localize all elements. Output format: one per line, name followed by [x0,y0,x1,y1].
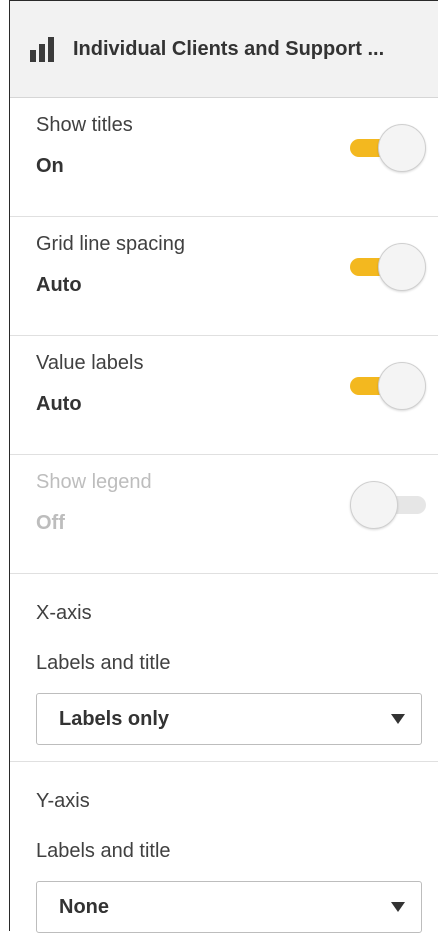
toggle-knob[interactable] [350,481,398,529]
y-axis-labels-dropdown[interactable]: None [36,881,422,933]
y-axis-title: Y-axis [36,790,90,812]
value-labels-value: Auto [36,393,82,415]
show-legend-label: Show legend [36,471,152,493]
x-axis-dropdown-value: Labels only [59,708,170,730]
panel-header: Individual Clients and Support ... [10,0,438,98]
toggle-knob[interactable] [378,243,426,291]
y-axis-labels-and-title-label: Labels and title [36,840,171,862]
x-axis-section: X-axis Labels and title Labels only [10,574,438,762]
show-titles-value: On [36,155,64,177]
grid-line-spacing-row: Grid line spacing Auto [10,217,438,336]
value-labels-label: Value labels [36,352,144,374]
x-axis-labels-dropdown[interactable]: Labels only [36,693,422,745]
bar-chart-icon [30,36,57,62]
chart-title: Individual Clients and Support ... [73,37,385,60]
grid-line-spacing-label: Grid line spacing [36,233,185,255]
toggle-knob[interactable] [378,124,426,172]
show-legend-row: Show legend Off [10,455,438,574]
grid-line-spacing-value: Auto [36,274,82,296]
properties-panel: Individual Clients and Support ... Show … [9,0,438,933]
show-titles-toggle[interactable] [350,124,426,172]
value-labels-toggle[interactable] [350,362,426,410]
show-legend-value: Off [36,512,65,534]
toggle-knob[interactable] [378,362,426,410]
show-titles-label: Show titles [36,114,133,136]
x-axis-labels-and-title-label: Labels and title [36,652,171,674]
show-legend-toggle[interactable] [350,481,426,529]
y-axis-dropdown-value: None [59,896,109,918]
caret-down-icon [391,902,405,912]
y-axis-section: Y-axis Labels and title None [10,762,438,950]
grid-line-spacing-toggle[interactable] [350,243,426,291]
caret-down-icon [391,714,405,724]
value-labels-row: Value labels Auto [10,336,438,455]
x-axis-title: X-axis [36,602,92,624]
show-titles-row: Show titles On [10,98,438,217]
